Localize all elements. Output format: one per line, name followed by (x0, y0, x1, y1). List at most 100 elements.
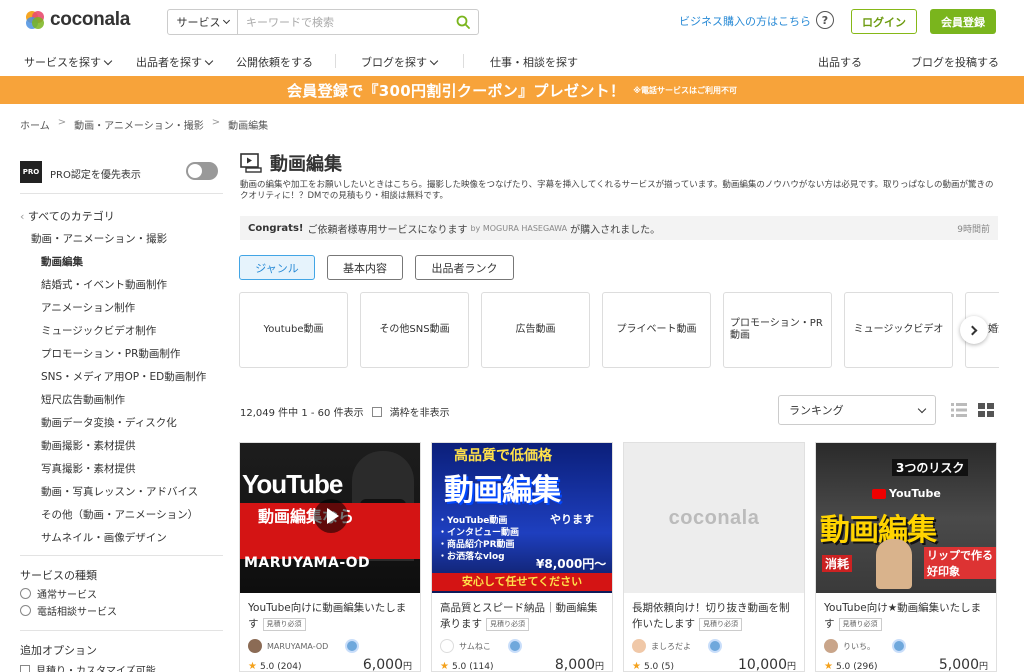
tab-basic[interactable]: 基本内容 (327, 255, 403, 280)
category-item[interactable]: サムネイル・画像デザイン (31, 530, 206, 553)
nav-find-jobs[interactable]: 仕事・相談を探す (490, 54, 578, 70)
category-item[interactable]: 結婚式・イベント動画制作 (31, 277, 206, 300)
genre-private[interactable]: プライベート動画 (602, 292, 711, 368)
sidebar: PRO PRO認定を優先表示 ‹ すべてのカテゴリ 動画・アニメーション・撮影 … (20, 156, 223, 672)
logo-mark-icon (26, 11, 44, 29)
genre-other-sns[interactable]: その他SNS動画 (360, 292, 469, 368)
nav-find-services[interactable]: サービスを探す (24, 54, 113, 70)
help-icon[interactable]: ? (816, 11, 834, 29)
breadcrumb-parent[interactable]: 動画・アニメーション・撮影 (74, 117, 204, 132)
sort-select[interactable]: ランキング (778, 395, 936, 425)
pro-filter-toggle[interactable] (186, 162, 218, 180)
star-icon: ★ (824, 661, 833, 672)
card-title[interactable]: 高品質とスピード納品｜動画編集承ります 見積り必須 (440, 600, 606, 632)
genre-music-video[interactable]: ミュージックビデオ (844, 292, 953, 368)
star-icon: ★ (632, 661, 641, 672)
checkbox[interactable] (20, 664, 30, 672)
category-item[interactable]: 短尺広告動画制作 (31, 392, 206, 415)
nav-public-request[interactable]: 公開依頼をする (236, 54, 313, 70)
category-item[interactable]: 動画撮影・素材提供 (31, 438, 206, 461)
seller-name: ましろだよ (651, 641, 691, 651)
category-item[interactable]: 写真撮影・素材提供 (31, 461, 206, 484)
rating-value: 5.0 (259, 661, 275, 672)
seller-info[interactable]: りいち。 (824, 639, 906, 653)
search-button[interactable] (448, 10, 478, 34)
service-card[interactable]: 高品質で低価格 動画編集 やります ・YouTube動画 ・インタビュー動画 ・… (431, 442, 613, 672)
hide-full-checkbox[interactable] (371, 406, 382, 417)
nav-sell[interactable]: 出品する (818, 54, 862, 70)
chevron-down-icon (429, 56, 439, 65)
notice-text[interactable]: ご依頼者様専用サービスになります (307, 221, 467, 236)
nav-find-services-label: サービスを探す (24, 56, 101, 69)
category-item[interactable]: 動画・写真レッスン・アドバイス (31, 484, 206, 507)
seller-info[interactable]: MARUYAMA-OD (248, 639, 360, 653)
price-unit: 円 (402, 662, 412, 672)
category-item[interactable]: アニメーション制作 (31, 300, 206, 323)
search-bar: サービス (167, 9, 479, 35)
genre-youtube[interactable]: Youtube動画 (239, 292, 348, 368)
tab-seller-rank[interactable]: 出品者ランク (415, 255, 514, 280)
option-quote[interactable]: 見積り・カスタマイズ可能 (20, 662, 156, 672)
nav-find-blogs[interactable]: ブログを探す (361, 54, 439, 70)
result-count-row: 12,049 件中 1 - 60 件表示 満枠を非表示 (240, 404, 450, 419)
register-button[interactable]: 会員登録 (930, 9, 996, 34)
play-icon[interactable] (314, 499, 348, 533)
genre-ad[interactable]: 広告動画 (481, 292, 590, 368)
category-item[interactable]: その他（動画・アニメーション） (31, 507, 206, 530)
business-purchase-link[interactable]: ビジネス購入の方はこちら (679, 13, 811, 29)
coupon-banner[interactable]: 会員登録で『300円割引クーポン』プレゼント！ ※電話サービスはご利用不可 (0, 76, 1024, 104)
pro-badge-icon: PRO (20, 161, 42, 183)
global-nav: サービスを探す 出品者を探す 公開依頼をする ブログを探す 仕事・相談を探す 出… (0, 44, 1024, 76)
radio-button[interactable] (20, 605, 31, 616)
radio-button[interactable] (20, 588, 31, 599)
nav-public-request-label: 公開依頼をする (236, 56, 313, 69)
category-item[interactable]: プロモーション・PR動画制作 (31, 346, 206, 369)
service-thumbnail[interactable]: 3つのリスク YouTube 動画編集 消耗 リップで作る 好印象 (816, 443, 996, 593)
thumb-brand: MARUYAMA-OD (244, 555, 371, 571)
category-item[interactable]: 動画データ変換・ディスク化 (31, 415, 206, 438)
search-category-select[interactable]: サービス (168, 10, 238, 34)
seller-info[interactable]: ましろだよ (632, 639, 722, 653)
tab-genre[interactable]: ジャンル (239, 255, 315, 280)
nav-post-blog[interactable]: ブログを投稿する (911, 54, 999, 70)
search-icon (456, 15, 470, 29)
quote-required-tag: 見積り必須 (838, 618, 882, 631)
sidebar-divider (20, 555, 223, 556)
category-item[interactable]: ミュージックビデオ制作 (31, 323, 206, 346)
nav-find-sellers[interactable]: 出品者を探す (136, 54, 214, 70)
login-button[interactable]: ログイン (851, 9, 917, 34)
grid-view-icon[interactable] (978, 403, 994, 417)
service-type-phone[interactable]: 電話相談サービス (20, 603, 117, 618)
seller-info[interactable]: サムねこ (440, 639, 522, 653)
service-type-normal[interactable]: 通常サービス (20, 586, 97, 601)
category-item[interactable]: SNS・メディア用OP・ED動画制作 (31, 369, 206, 392)
category-parent[interactable]: 動画・アニメーション・撮影 (31, 231, 206, 254)
card-title[interactable]: 長期依頼向け！切り抜き動画を制作いたします 見積り必須 (632, 600, 798, 632)
breadcrumb-home[interactable]: ホーム (20, 117, 50, 132)
service-card[interactable]: YouTube 動画編集なら MARUYAMA-OD YouTube向けに動画編… (239, 442, 421, 672)
all-categories-link[interactable]: ‹ すべてのカテゴリ (20, 208, 115, 224)
category-item-active[interactable]: 動画編集 (31, 254, 206, 277)
nav-post-blog-label: ブログを投稿する (911, 56, 999, 69)
list-view-icon[interactable] (951, 403, 967, 417)
chevron-down-icon (103, 56, 113, 65)
chevron-down-icon (917, 404, 927, 413)
service-thumbnail[interactable]: YouTube 動画編集なら MARUYAMA-OD (240, 443, 420, 593)
search-input[interactable] (238, 10, 448, 34)
card-title[interactable]: YouTube向けに動画編集いたします 見積り必須 (248, 600, 414, 632)
carousel-next-button[interactable] (960, 316, 988, 344)
rank-medal-icon (507, 639, 522, 653)
service-thumbnail[interactable]: coconala (624, 443, 804, 593)
thumb-label-right: リップで作る 好印象 (924, 547, 996, 579)
genre-promotion[interactable]: プロモーション・PR動画 (723, 292, 832, 368)
logo-text: coconala (50, 9, 130, 30)
quote-required-tag: 見積り必須 (486, 618, 529, 631)
card-title[interactable]: YouTube向け★動画編集いたします 見積り必須 (824, 600, 990, 632)
hide-full-label: 満枠を非表示 (389, 408, 450, 419)
service-thumbnail[interactable]: 高品質で低価格 動画編集 やります ・YouTube動画 ・インタビュー動画 ・… (432, 443, 612, 593)
nav-divider (463, 54, 464, 68)
price: 5,000円 (939, 657, 988, 671)
service-card[interactable]: 3つのリスク YouTube 動画編集 消耗 リップで作る 好印象 YouTub… (815, 442, 997, 672)
coconala-logo[interactable]: coconala (24, 9, 130, 31)
service-card[interactable]: coconala 長期依頼向け！切り抜き動画を制作いたします 見積り必須 ましろだ… (623, 442, 805, 672)
